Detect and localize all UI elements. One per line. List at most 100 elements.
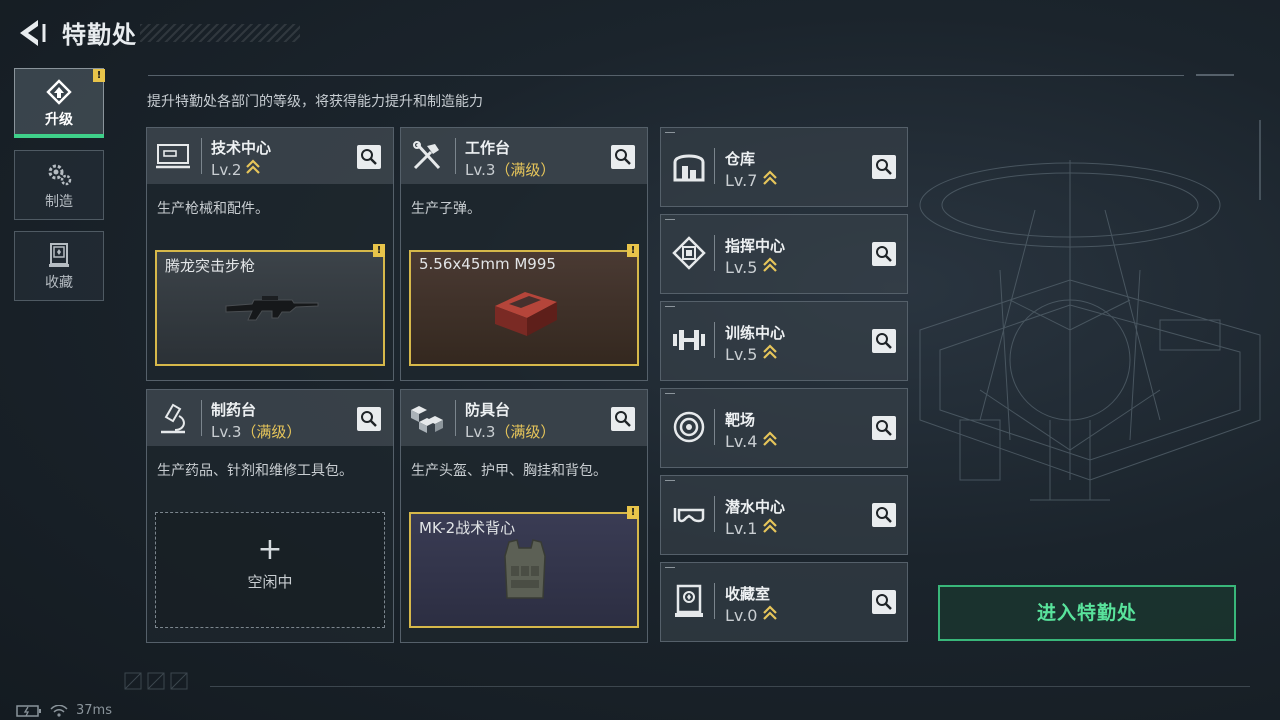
search-button[interactable]	[872, 329, 896, 353]
monitor-icon	[156, 144, 190, 169]
search-button[interactable]	[872, 155, 896, 179]
tab-craft[interactable]: 制造	[14, 150, 104, 220]
search-icon	[876, 420, 892, 436]
rank-chevron-icon	[762, 605, 777, 620]
department-description: 生产头盔、护甲、胸挂和背包。	[411, 463, 607, 479]
facility-name: 收藏室	[725, 585, 771, 603]
search-icon	[876, 507, 892, 523]
facility-level: Lv.5	[725, 344, 777, 364]
tab-label: 制造	[45, 194, 73, 210]
tab-label: 升级	[45, 112, 73, 128]
search-icon	[615, 411, 631, 427]
page-subtitle: 提升特勤处各部门的等级，将获得能力提升和制造能力	[147, 94, 483, 110]
rank-chevron-icon	[762, 518, 777, 533]
cubes-icon	[411, 406, 443, 433]
rank-chevron-icon	[762, 170, 777, 185]
department-card-tech-center[interactable]: 技术中心 Lv.2 生产枪械和配件。 腾龙突击步枪 !	[146, 127, 394, 381]
product-name: MK-2战术背心	[419, 519, 516, 537]
back-button[interactable]	[14, 16, 48, 50]
facility-level: Lv.4	[725, 431, 777, 451]
tools-icon	[413, 141, 441, 170]
card-header: 工作台 Lv.3（满级）	[401, 128, 647, 184]
card-header: 防具台 Lv.3（满级）	[401, 390, 647, 446]
collection-icon	[49, 243, 69, 267]
tab-collection[interactable]: 收藏	[14, 231, 104, 301]
card-header: 制药台 Lv.3（满级）	[147, 390, 393, 446]
department-card-armory[interactable]: 防具台 Lv.3（满级） 生产头盔、护甲、胸挂和背包。 MK-2战术背心 !	[400, 389, 648, 643]
goggles-icon	[673, 508, 705, 523]
alert-badge: !	[93, 69, 105, 82]
department-level: Lv.3（满级）	[211, 423, 302, 441]
product-name: 5.56x45mm M995	[419, 255, 556, 273]
target-icon	[673, 411, 705, 443]
department-level: Lv.3（满级）	[465, 161, 556, 179]
department-level: Lv.2	[211, 159, 260, 179]
alert-badge: !	[627, 506, 639, 519]
enter-department-button[interactable]: 进入特勤处	[938, 585, 1236, 641]
search-icon	[876, 159, 892, 175]
chip-icon	[672, 236, 706, 270]
search-icon	[361, 149, 377, 165]
search-icon	[876, 333, 892, 349]
search-button[interactable]	[611, 407, 635, 431]
department-description: 生产枪械和配件。	[157, 201, 269, 217]
gears-icon	[48, 164, 72, 186]
search-button[interactable]	[872, 590, 896, 614]
facility-row-collection-room[interactable]: 收藏室 Lv.0	[660, 562, 908, 642]
search-button[interactable]	[872, 416, 896, 440]
vest-image	[504, 539, 546, 599]
facility-level: Lv.1	[725, 518, 777, 538]
warehouse-icon	[673, 154, 705, 182]
alert-badge: !	[373, 244, 385, 257]
facility-row-command-center[interactable]: 指挥中心 Lv.5	[660, 214, 908, 294]
facility-row-shooting-range[interactable]: 靶场 Lv.4	[660, 388, 908, 468]
department-name: 技术中心	[211, 139, 272, 157]
facility-row-diving-center[interactable]: 潜水中心 Lv.1	[660, 475, 908, 555]
search-button[interactable]	[611, 145, 635, 169]
dumbbell-icon	[673, 330, 705, 350]
microscope-icon	[161, 403, 185, 434]
battery-icon	[16, 704, 41, 717]
search-button[interactable]	[357, 407, 381, 431]
department-name: 防具台	[465, 401, 511, 419]
search-button[interactable]	[357, 145, 381, 169]
upgrade-icon	[46, 79, 72, 105]
facility-row-training-center[interactable]: 训练中心 Lv.5	[660, 301, 908, 381]
production-slot[interactable]: 5.56x45mm M995 !	[409, 244, 639, 366]
search-button[interactable]	[872, 242, 896, 266]
search-icon	[876, 246, 892, 262]
rifle-image	[225, 296, 319, 321]
search-icon	[361, 411, 377, 427]
department-card-pharmacy[interactable]: 制药台 Lv.3（满级） 生产药品、针剂和维修工具包。 + 空闲中	[146, 389, 394, 643]
facility-level: Lv.0	[725, 605, 777, 625]
ammo-box-image	[495, 292, 557, 336]
search-icon	[876, 594, 892, 610]
facility-name: 仓库	[725, 150, 756, 168]
search-button[interactable]	[872, 503, 896, 527]
status-bar: 37ms	[16, 703, 112, 718]
title-decoration	[140, 24, 300, 42]
rank-chevron-icon	[762, 431, 777, 446]
department-name: 制药台	[211, 401, 257, 419]
facility-name: 潜水中心	[725, 498, 786, 516]
card-header: 技术中心 Lv.2	[147, 128, 393, 184]
production-slot[interactable]: MK-2战术背心 !	[409, 506, 639, 628]
department-description: 生产子弹。	[411, 201, 481, 217]
facility-blueprint-art	[919, 120, 1261, 501]
ping-value: 37ms	[76, 703, 112, 718]
hud-baseline	[210, 686, 1250, 687]
vault-icon	[675, 584, 703, 617]
tab-label: 收藏	[45, 275, 73, 291]
idle-slot[interactable]: + 空闲中	[155, 512, 385, 628]
department-card-workbench[interactable]: 工作台 Lv.3（满级） 生产子弹。 5.56x45mm M995 !	[400, 127, 648, 381]
department-description: 生产药品、针剂和维修工具包。	[157, 463, 353, 479]
wifi-icon	[50, 704, 68, 717]
product-name: 腾龙突击步枪	[165, 257, 256, 275]
production-slot[interactable]: 腾龙突击步枪 !	[155, 244, 385, 366]
rank-chevron-icon	[762, 257, 777, 272]
rank-chevron-icon	[762, 344, 777, 359]
tab-upgrade[interactable]: 升级 !	[14, 68, 105, 138]
facility-row-warehouse[interactable]: 仓库 Lv.7	[660, 127, 908, 207]
divider-tick	[1196, 74, 1234, 76]
idle-label: 空闲中	[247, 573, 293, 591]
